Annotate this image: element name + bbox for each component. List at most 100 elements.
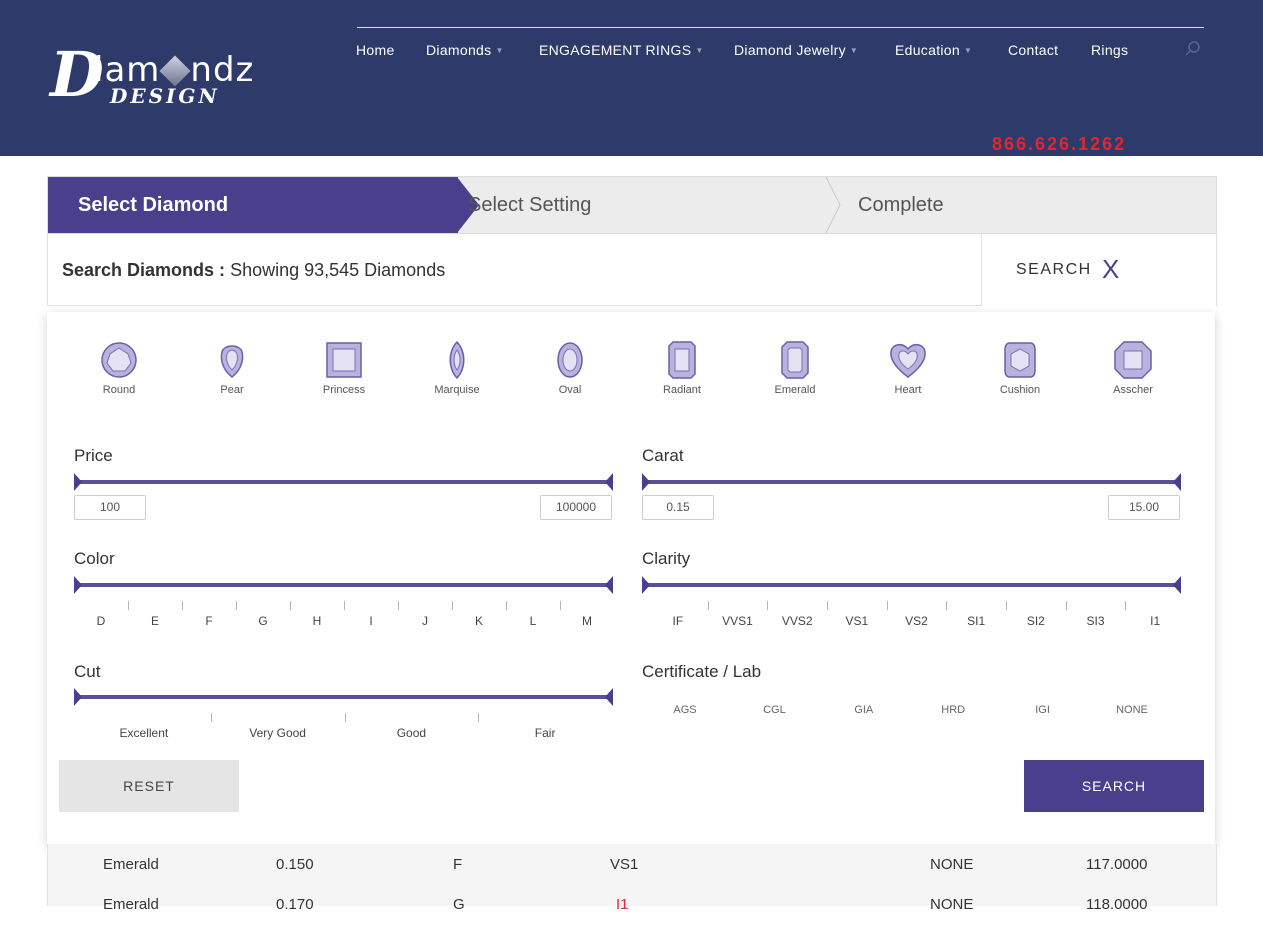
shape-marquise[interactable]: Marquise: [412, 340, 502, 396]
color-title: Color: [74, 549, 115, 568]
clarity-max-handle[interactable]: [1173, 576, 1181, 594]
clarity-tick: [1065, 601, 1067, 610]
clarity-slider-track[interactable]: [645, 583, 1180, 587]
color-max-handle[interactable]: [605, 576, 613, 594]
color-label[interactable]: D: [71, 614, 131, 628]
lab-option[interactable]: NONE: [1102, 704, 1162, 716]
lab-option[interactable]: GIA: [834, 704, 894, 716]
clarity-label[interactable]: IF: [648, 614, 708, 628]
cut-label[interactable]: Very Good: [248, 726, 308, 740]
color-label[interactable]: H: [287, 614, 347, 628]
price-title: Price: [74, 446, 113, 465]
clarity-label[interactable]: SI3: [1066, 614, 1126, 628]
clarity-label[interactable]: VVS1: [708, 614, 768, 628]
color-min-handle[interactable]: [74, 576, 82, 594]
color-tick: [560, 601, 561, 610]
cut-min-handle[interactable]: [74, 688, 82, 706]
carat-max-input[interactable]: 15.00: [1108, 495, 1180, 520]
lab-option[interactable]: AGS: [655, 704, 715, 716]
search-title: Search Diamonds : Showing 93,545 Diamond…: [62, 260, 446, 280]
step-complete[interactable]: Complete: [858, 177, 944, 233]
clarity-label[interactable]: SI1: [946, 614, 1006, 628]
color-label[interactable]: E: [125, 614, 185, 628]
color-label[interactable]: M: [557, 614, 617, 628]
step-chevron-icon: [825, 177, 841, 233]
cut-slider-track[interactable]: [77, 695, 612, 699]
nav-contact[interactable]: Contact: [1008, 42, 1058, 58]
shape-pear[interactable]: Pear: [187, 340, 277, 396]
step-select-diamond[interactable]: Select Diamond: [48, 177, 458, 233]
nav-diamonds[interactable]: Diamonds ▼: [426, 42, 504, 58]
clarity-min-handle[interactable]: [642, 576, 650, 594]
clarity-tick: [946, 601, 948, 610]
shape-cushion[interactable]: Cushion: [975, 340, 1065, 396]
carat-slider-track[interactable]: [645, 480, 1180, 484]
color-label[interactable]: G: [233, 614, 293, 628]
clarity-label[interactable]: SI2: [1006, 614, 1066, 628]
color-label[interactable]: L: [503, 614, 563, 628]
color-label[interactable]: K: [449, 614, 509, 628]
shape-round[interactable]: Round: [74, 340, 164, 396]
lab-title: Certificate / Lab: [642, 662, 762, 681]
shape-heart[interactable]: Heart: [863, 340, 953, 396]
lab-option[interactable]: IGI: [1013, 704, 1073, 716]
color-tick: [506, 601, 507, 610]
table-scrollbar[interactable]: [1245, 844, 1263, 906]
oval-diamond-icon: [557, 342, 583, 378]
color-slider-track[interactable]: [77, 583, 612, 587]
clarity-label[interactable]: VVS2: [767, 614, 827, 628]
shape-emerald[interactable]: Emerald: [750, 340, 840, 396]
cell-shape: Emerald: [103, 856, 159, 873]
lab-option[interactable]: HRD: [923, 704, 983, 716]
price-min-input[interactable]: 100: [74, 495, 146, 520]
color-label[interactable]: I: [341, 614, 401, 628]
price-min-handle[interactable]: [74, 473, 82, 491]
cell-color: F: [453, 856, 463, 873]
shape-oval[interactable]: Oval: [525, 340, 615, 396]
logo-gem-icon: [159, 55, 191, 87]
shape-radiant[interactable]: Radiant: [637, 340, 727, 396]
cell-shape: Emerald: [103, 896, 159, 913]
clarity-label[interactable]: I1: [1125, 614, 1185, 628]
nav-home[interactable]: Home: [356, 42, 395, 58]
radiant-diamond-icon: [668, 341, 696, 379]
carat-min-input[interactable]: 0.15: [642, 495, 714, 520]
princess-diamond-icon: [326, 342, 362, 378]
cell-color: G: [453, 896, 465, 913]
step-select-setting[interactable]: Select Setting: [468, 177, 591, 233]
cut-label[interactable]: Fair: [515, 726, 575, 740]
search-icon[interactable]: [1184, 40, 1202, 58]
cut-label[interactable]: Excellent: [114, 726, 174, 740]
table-row[interactable]: Emerald 0.170 G I1 NONE 118.0000: [48, 896, 1198, 936]
close-icon[interactable]: X: [1102, 254, 1119, 285]
filter-panel: Round Pear Princess Marquise Oval Radian…: [47, 312, 1215, 844]
clarity-tick: [1006, 601, 1007, 610]
cut-label[interactable]: Good: [381, 726, 441, 740]
lab-option[interactable]: CGL: [744, 704, 804, 716]
table-row[interactable]: Emerald 0.150 F VS1 NONE 117.0000: [48, 856, 1198, 896]
price-slider-track[interactable]: [77, 480, 612, 484]
price-max-handle[interactable]: [605, 473, 613, 491]
carat-min-handle[interactable]: [642, 473, 650, 491]
shape-princess[interactable]: Princess: [299, 340, 389, 396]
carat-max-handle[interactable]: [1173, 473, 1181, 491]
reset-button[interactable]: RESET: [59, 760, 239, 812]
phone-number[interactable]: 866.626.1262: [992, 134, 1126, 155]
clarity-label[interactable]: VS2: [887, 614, 947, 628]
search-button[interactable]: SEARCH: [1024, 760, 1204, 812]
clarity-label[interactable]: VS1: [827, 614, 887, 628]
nav-engagement-rings[interactable]: ENGAGEMENT RINGS ▼: [539, 42, 704, 58]
color-tick: [398, 601, 399, 610]
site-logo[interactable]: D iam ndz DESIGN: [50, 44, 300, 110]
round-diamond-icon: [101, 342, 137, 378]
nav-education[interactable]: Education ▼: [895, 42, 972, 58]
nav-diamond-jewelry[interactable]: Diamond Jewelry ▼: [734, 42, 858, 58]
shape-asscher[interactable]: Asscher: [1088, 340, 1178, 396]
search-toggle[interactable]: SEARCH X: [982, 234, 1217, 306]
color-label[interactable]: J: [395, 614, 455, 628]
cut-max-handle[interactable]: [605, 688, 613, 706]
price-max-input[interactable]: 100000: [540, 495, 612, 520]
heart-diamond-icon: [890, 344, 926, 378]
color-label[interactable]: F: [179, 614, 239, 628]
nav-rings[interactable]: Rings: [1091, 42, 1128, 58]
